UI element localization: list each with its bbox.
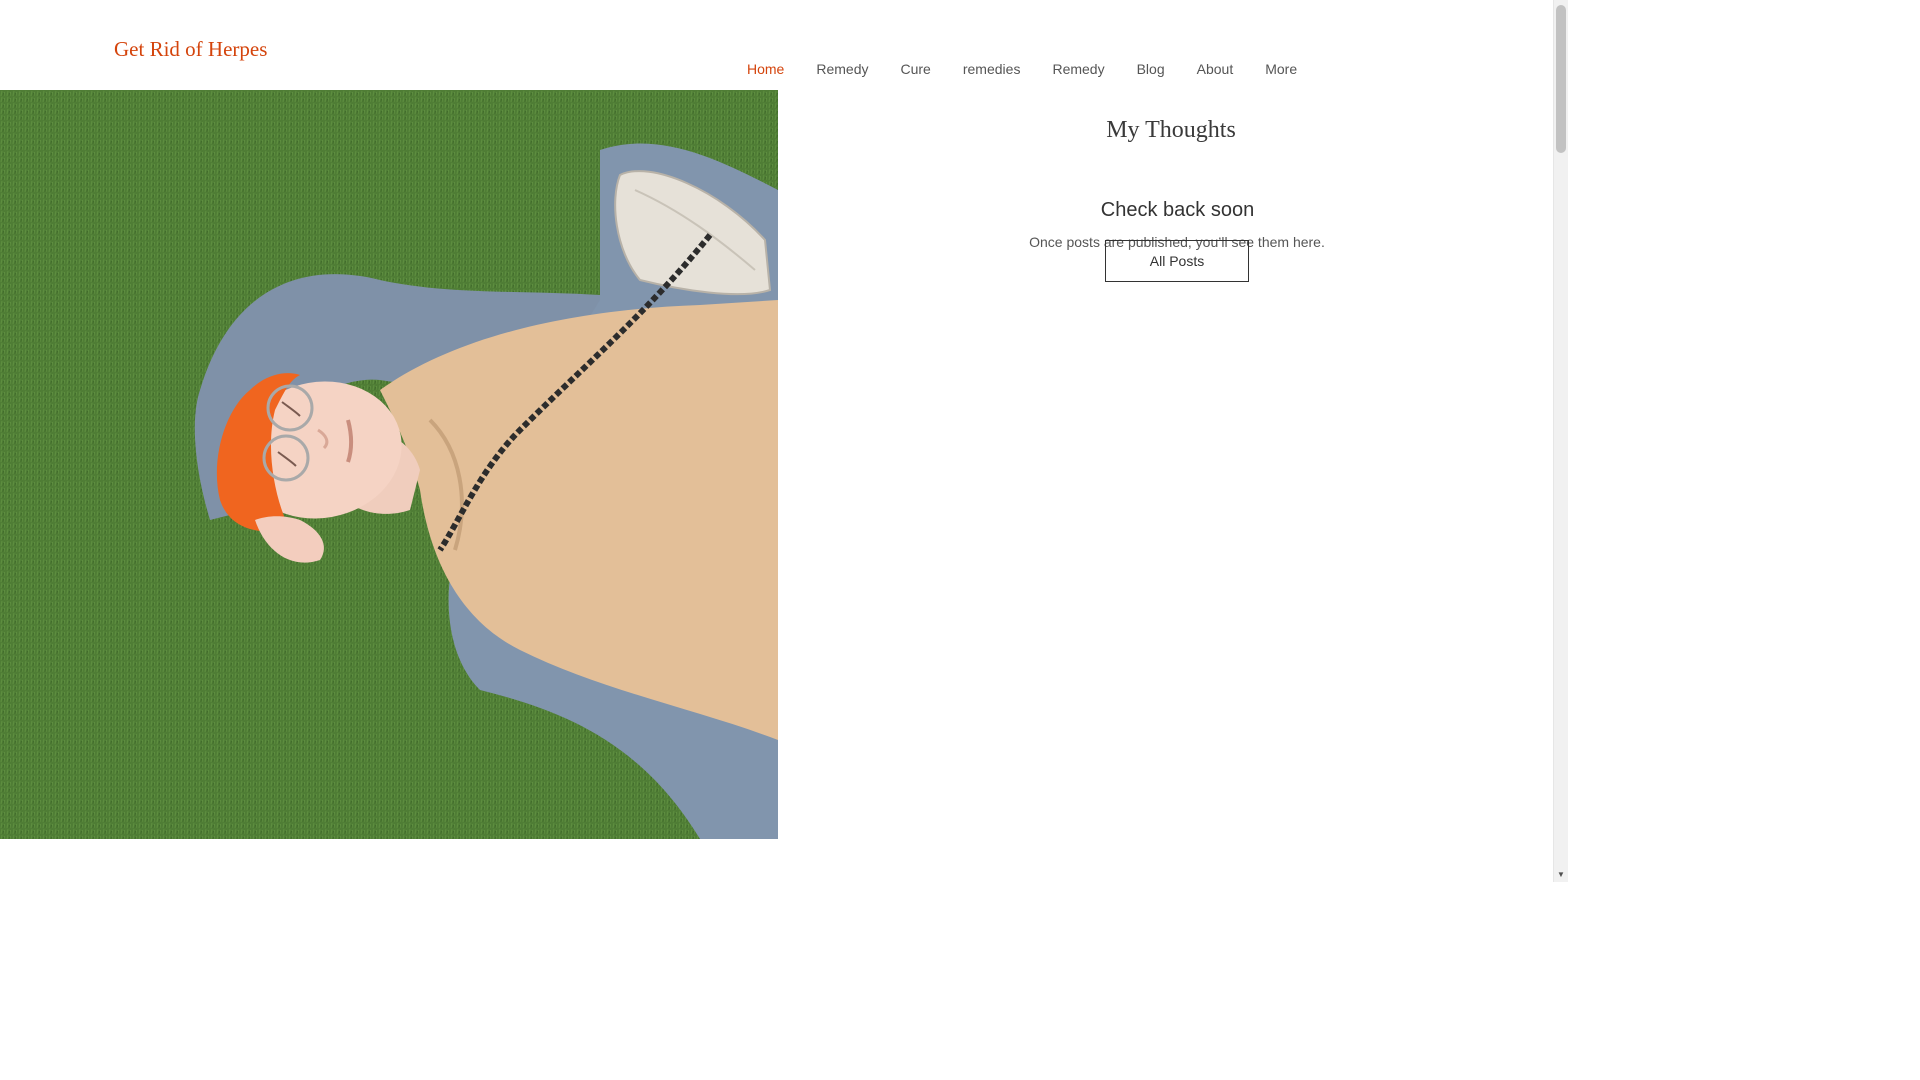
- nav-item-cure[interactable]: Cure: [885, 60, 947, 78]
- all-posts-button[interactable]: All Posts: [1105, 240, 1249, 282]
- nav-item-home[interactable]: Home: [731, 60, 800, 78]
- site-title[interactable]: Get Rid of Herpes: [114, 37, 267, 62]
- blog-title: My Thoughts: [1106, 117, 1236, 143]
- nav-item-blog[interactable]: Blog: [1121, 60, 1181, 78]
- hero-illustration: [0, 90, 778, 839]
- nav-item-remedies[interactable]: remedies: [947, 60, 1037, 78]
- page: Get Rid of Herpes Home Remedy Cure remed…: [0, 0, 1568, 882]
- nav-item-remedy-2[interactable]: Remedy: [1036, 60, 1120, 78]
- hero-image: [0, 90, 778, 839]
- empty-state-heading: Check back soon: [1100, 199, 1255, 221]
- scroll-down-arrow-icon[interactable]: ▼: [1556, 870, 1566, 880]
- main-nav: Home Remedy Cure remedies Remedy Blog Ab…: [731, 60, 1313, 78]
- nav-item-about[interactable]: About: [1181, 60, 1250, 78]
- scrollbar-thumb[interactable]: [1556, 5, 1566, 153]
- nav-item-more[interactable]: More: [1249, 60, 1313, 78]
- vertical-scrollbar[interactable]: ▼: [1553, 0, 1568, 882]
- nav-item-remedy[interactable]: Remedy: [800, 60, 884, 78]
